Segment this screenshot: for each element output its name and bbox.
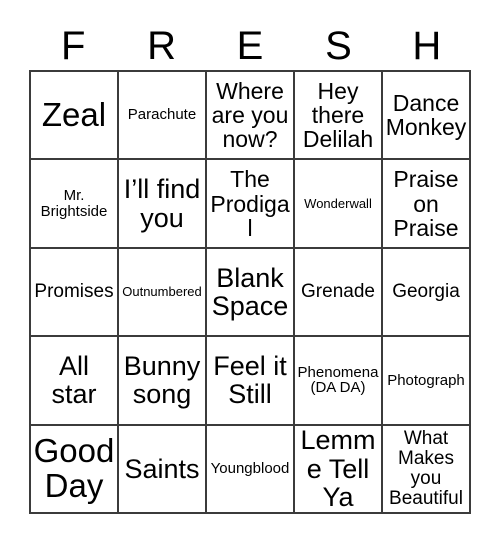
bingo-cell[interactable]: Lemme Tell Ya bbox=[295, 425, 383, 514]
bingo-cell-label: Parachute bbox=[127, 106, 197, 124]
bingo-cell[interactable]: Bunny song bbox=[119, 337, 207, 426]
bingo-cell[interactable]: Parachute bbox=[119, 72, 207, 161]
bingo-cell[interactable]: Wonderwall bbox=[295, 160, 383, 249]
bingo-cell-label: Praise on Praise bbox=[393, 166, 459, 241]
bingo-cell-label: Promises bbox=[34, 281, 114, 303]
header-letter-1: F bbox=[60, 24, 86, 68]
bingo-cell-label: Outnumbered bbox=[122, 284, 202, 300]
bingo-cell-label: Lemme Tell Ya bbox=[300, 425, 376, 512]
bingo-cell-label: Bunny song bbox=[123, 351, 201, 410]
bingo-cell-label: Photograph bbox=[387, 371, 465, 389]
header-letter-5: H bbox=[412, 24, 442, 68]
bingo-cell[interactable]: Blank Space bbox=[207, 248, 295, 338]
header-letter-2: R bbox=[147, 24, 177, 68]
bingo-cell[interactable]: Promises bbox=[31, 248, 119, 338]
bingo-cell[interactable]: Outnumbered bbox=[119, 248, 207, 338]
bingo-cell-label: Grenade bbox=[301, 281, 375, 303]
bingo-cell[interactable]: Saints bbox=[119, 425, 207, 514]
bingo-cell[interactable]: All star bbox=[31, 337, 119, 426]
bingo-cell[interactable]: Feel it Still bbox=[207, 337, 295, 426]
bingo-cell-label: Blank Space bbox=[211, 262, 289, 321]
bingo-cell[interactable]: Photograph bbox=[383, 337, 471, 426]
bingo-cell[interactable]: Dance Monkey bbox=[383, 72, 471, 161]
bingo-cell[interactable]: Georgia bbox=[383, 248, 471, 338]
bingo-cell[interactable]: Hey there Delilah bbox=[295, 72, 383, 161]
bingo-cell[interactable]: Where are you now? bbox=[207, 72, 295, 161]
bingo-cell[interactable]: Zeal bbox=[31, 72, 119, 161]
bingo-grid: Zeal Parachute Where are you now? Hey th… bbox=[29, 70, 471, 514]
bingo-cell[interactable]: The Prodigal bbox=[207, 160, 295, 249]
bingo-card: F R E S H Zeal Parachute Where are you n… bbox=[0, 0, 500, 544]
bingo-cell[interactable]: Grenade bbox=[295, 248, 383, 338]
bingo-cell-label: Hey there Delilah bbox=[302, 77, 374, 153]
header-letter-4: S bbox=[325, 24, 352, 68]
bingo-cell[interactable]: Phenomena (DA DA) bbox=[295, 337, 383, 426]
bingo-cell[interactable]: I’ll find you bbox=[119, 160, 207, 249]
bingo-cell[interactable]: Mr. Brightside bbox=[31, 160, 119, 249]
bingo-cell-label: Wonderwall bbox=[304, 195, 372, 211]
bingo-cell-label: The Prodigal bbox=[210, 166, 290, 241]
bingo-cell-label: Saints bbox=[124, 453, 200, 484]
bingo-cell-label: Youngblood bbox=[210, 459, 290, 477]
bingo-cell[interactable]: Praise on Praise bbox=[383, 160, 471, 249]
bingo-cell-label: Phenomena (DA DA) bbox=[297, 363, 379, 397]
bingo-cell[interactable]: Youngblood bbox=[207, 425, 295, 514]
bingo-header-row: F R E S H bbox=[29, 22, 471, 70]
bingo-cell-label: Dance Monkey bbox=[385, 90, 467, 141]
bingo-cell-label: All star bbox=[51, 351, 97, 410]
bingo-cell-label: Mr. Brightside bbox=[40, 186, 108, 220]
bingo-cell-label: Georgia bbox=[392, 281, 460, 303]
bingo-cell-label: Zeal bbox=[41, 95, 107, 133]
bingo-cell-label: I’ll find you bbox=[123, 174, 201, 233]
bingo-cell[interactable]: What Makes you Beautiful bbox=[383, 425, 471, 514]
bingo-cell-label: Where are you now? bbox=[211, 77, 289, 153]
bingo-cell-label: Good Day bbox=[33, 432, 115, 504]
header-letter-3: E bbox=[236, 24, 264, 68]
bingo-cell-label: What Makes you Beautiful bbox=[389, 427, 463, 509]
bingo-cell[interactable]: Good Day bbox=[31, 425, 119, 514]
bingo-cell-label: Feel it Still bbox=[213, 351, 287, 410]
